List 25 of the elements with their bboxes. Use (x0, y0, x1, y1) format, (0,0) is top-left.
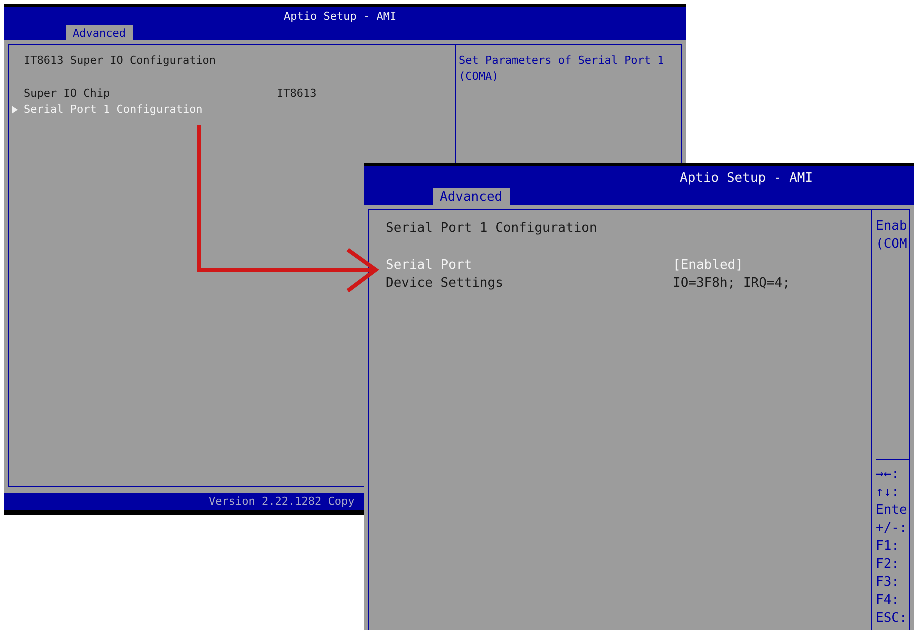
menu-item[interactable]: Super IO Chip (24, 86, 277, 102)
window-title: Aptio Setup - AMI (679, 170, 814, 188)
key-hint: +/-: (876, 520, 908, 538)
submenu-triangle-icon (12, 106, 18, 114)
setting-value: IT8613 (277, 86, 317, 102)
key-hint: ESC: (876, 610, 908, 628)
help-text: Enab (876, 218, 908, 236)
key-hint: F4: (876, 592, 900, 610)
key-hint: F2: (876, 556, 900, 574)
window-title: Aptio Setup - AMI (283, 9, 398, 25)
key-hint: F3: (876, 574, 900, 592)
version-text: Version 2.22.1282 Copy (209, 494, 355, 510)
setting-value: [Enabled] (673, 257, 744, 275)
help-text: (COM (876, 236, 908, 254)
key-hint: Ente (876, 502, 908, 520)
help-text: Set Parameters of Serial Port 1 (COMA) (459, 53, 665, 85)
setting-value: IO=3F8h; IRQ=4; (673, 275, 790, 293)
tab[interactable]: Advanced (433, 188, 510, 207)
section-heading: Serial Port 1 Configuration (386, 220, 598, 238)
tab[interactable]: Advanced (66, 25, 133, 42)
section-heading: IT8613 Super IO Configuration (24, 53, 218, 69)
key-hint: ↑↓: (876, 484, 900, 502)
menu-item[interactable]: Device Settings (386, 275, 673, 293)
key-hint: F1: (876, 538, 900, 556)
key-hint: →←: (876, 466, 900, 484)
